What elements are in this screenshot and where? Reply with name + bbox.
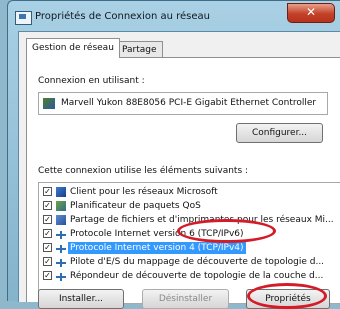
protocol-icon [56,231,66,239]
network-connection-icon [15,11,32,25]
scheduler-icon [56,201,66,211]
close-button[interactable]: ✕ [287,3,335,23]
dialog-body: Gestion de réseau Partage Connexion en u… [18,31,340,309]
tcpipv4-highlight-ellipse [177,219,276,243]
protocol-icon [56,245,66,253]
component-checkbox[interactable]: ✓ [43,215,52,224]
component-checkbox[interactable]: ✓ [43,257,52,266]
network-adapter-icon [43,98,55,109]
tab-sharing[interactable]: Partage [116,41,163,57]
list-item[interactable]: ✓ Client pour les réseaux Microsoft [39,186,340,199]
list-item[interactable]: ✓ Répondeur de découverte de topologie d… [39,270,340,283]
adapter-name: Marvell Yukon 88E8056 PCI-E Gigabit Ethe… [61,98,317,108]
protocol-icon [56,273,66,281]
configure-button[interactable]: Configurer... [236,123,323,143]
list-item[interactable]: ✓ Planificateur de paquets QoS [39,200,340,213]
list-item-selected[interactable]: ✓ Protocole Internet version 4 (TCP/IPv4… [39,242,340,255]
component-checkbox[interactable]: ✓ [43,243,52,252]
component-label: Planificateur de paquets QoS [70,201,201,211]
component-label: Pilote d'E/S du mappage de découverte de… [70,257,325,267]
components-label: Cette connexion utilise les éléments sui… [38,166,249,176]
component-label: Protocole Internet version 4 (TCP/IPv4) [68,242,246,254]
component-checkbox[interactable]: ✓ [43,271,52,280]
component-checkbox[interactable]: ✓ [43,229,52,238]
install-button[interactable]: Installer... [38,289,124,309]
tab-networking[interactable]: Gestion de réseau [26,38,120,58]
protocol-icon [56,259,66,267]
component-label: Répondeur de découverte de topologie de … [70,271,324,281]
client-icon [56,187,66,197]
list-item[interactable]: ✓ Pilote d'E/S du mappage de découverte … [39,256,340,269]
uninstall-button[interactable]: Désinstaller [142,289,229,309]
properties-window: Propriétés de Connexion au réseau ✕ Gest… [7,0,340,309]
component-checkbox[interactable]: ✓ [43,201,52,210]
component-label: Client pour les réseaux Microsoft [70,187,218,197]
networking-panel: Connexion en utilisant : Marvell Yukon 8… [26,57,340,309]
component-checkbox[interactable]: ✓ [43,187,52,196]
connect-using-label: Connexion en utilisant : [38,76,145,86]
properties-highlight-ellipse [247,283,327,309]
adapter-field: Marvell Yukon 88E8056 PCI-E Gigabit Ethe… [38,92,328,115]
share-icon [56,215,66,225]
window-title: Propriétés de Connexion au réseau [35,11,210,22]
